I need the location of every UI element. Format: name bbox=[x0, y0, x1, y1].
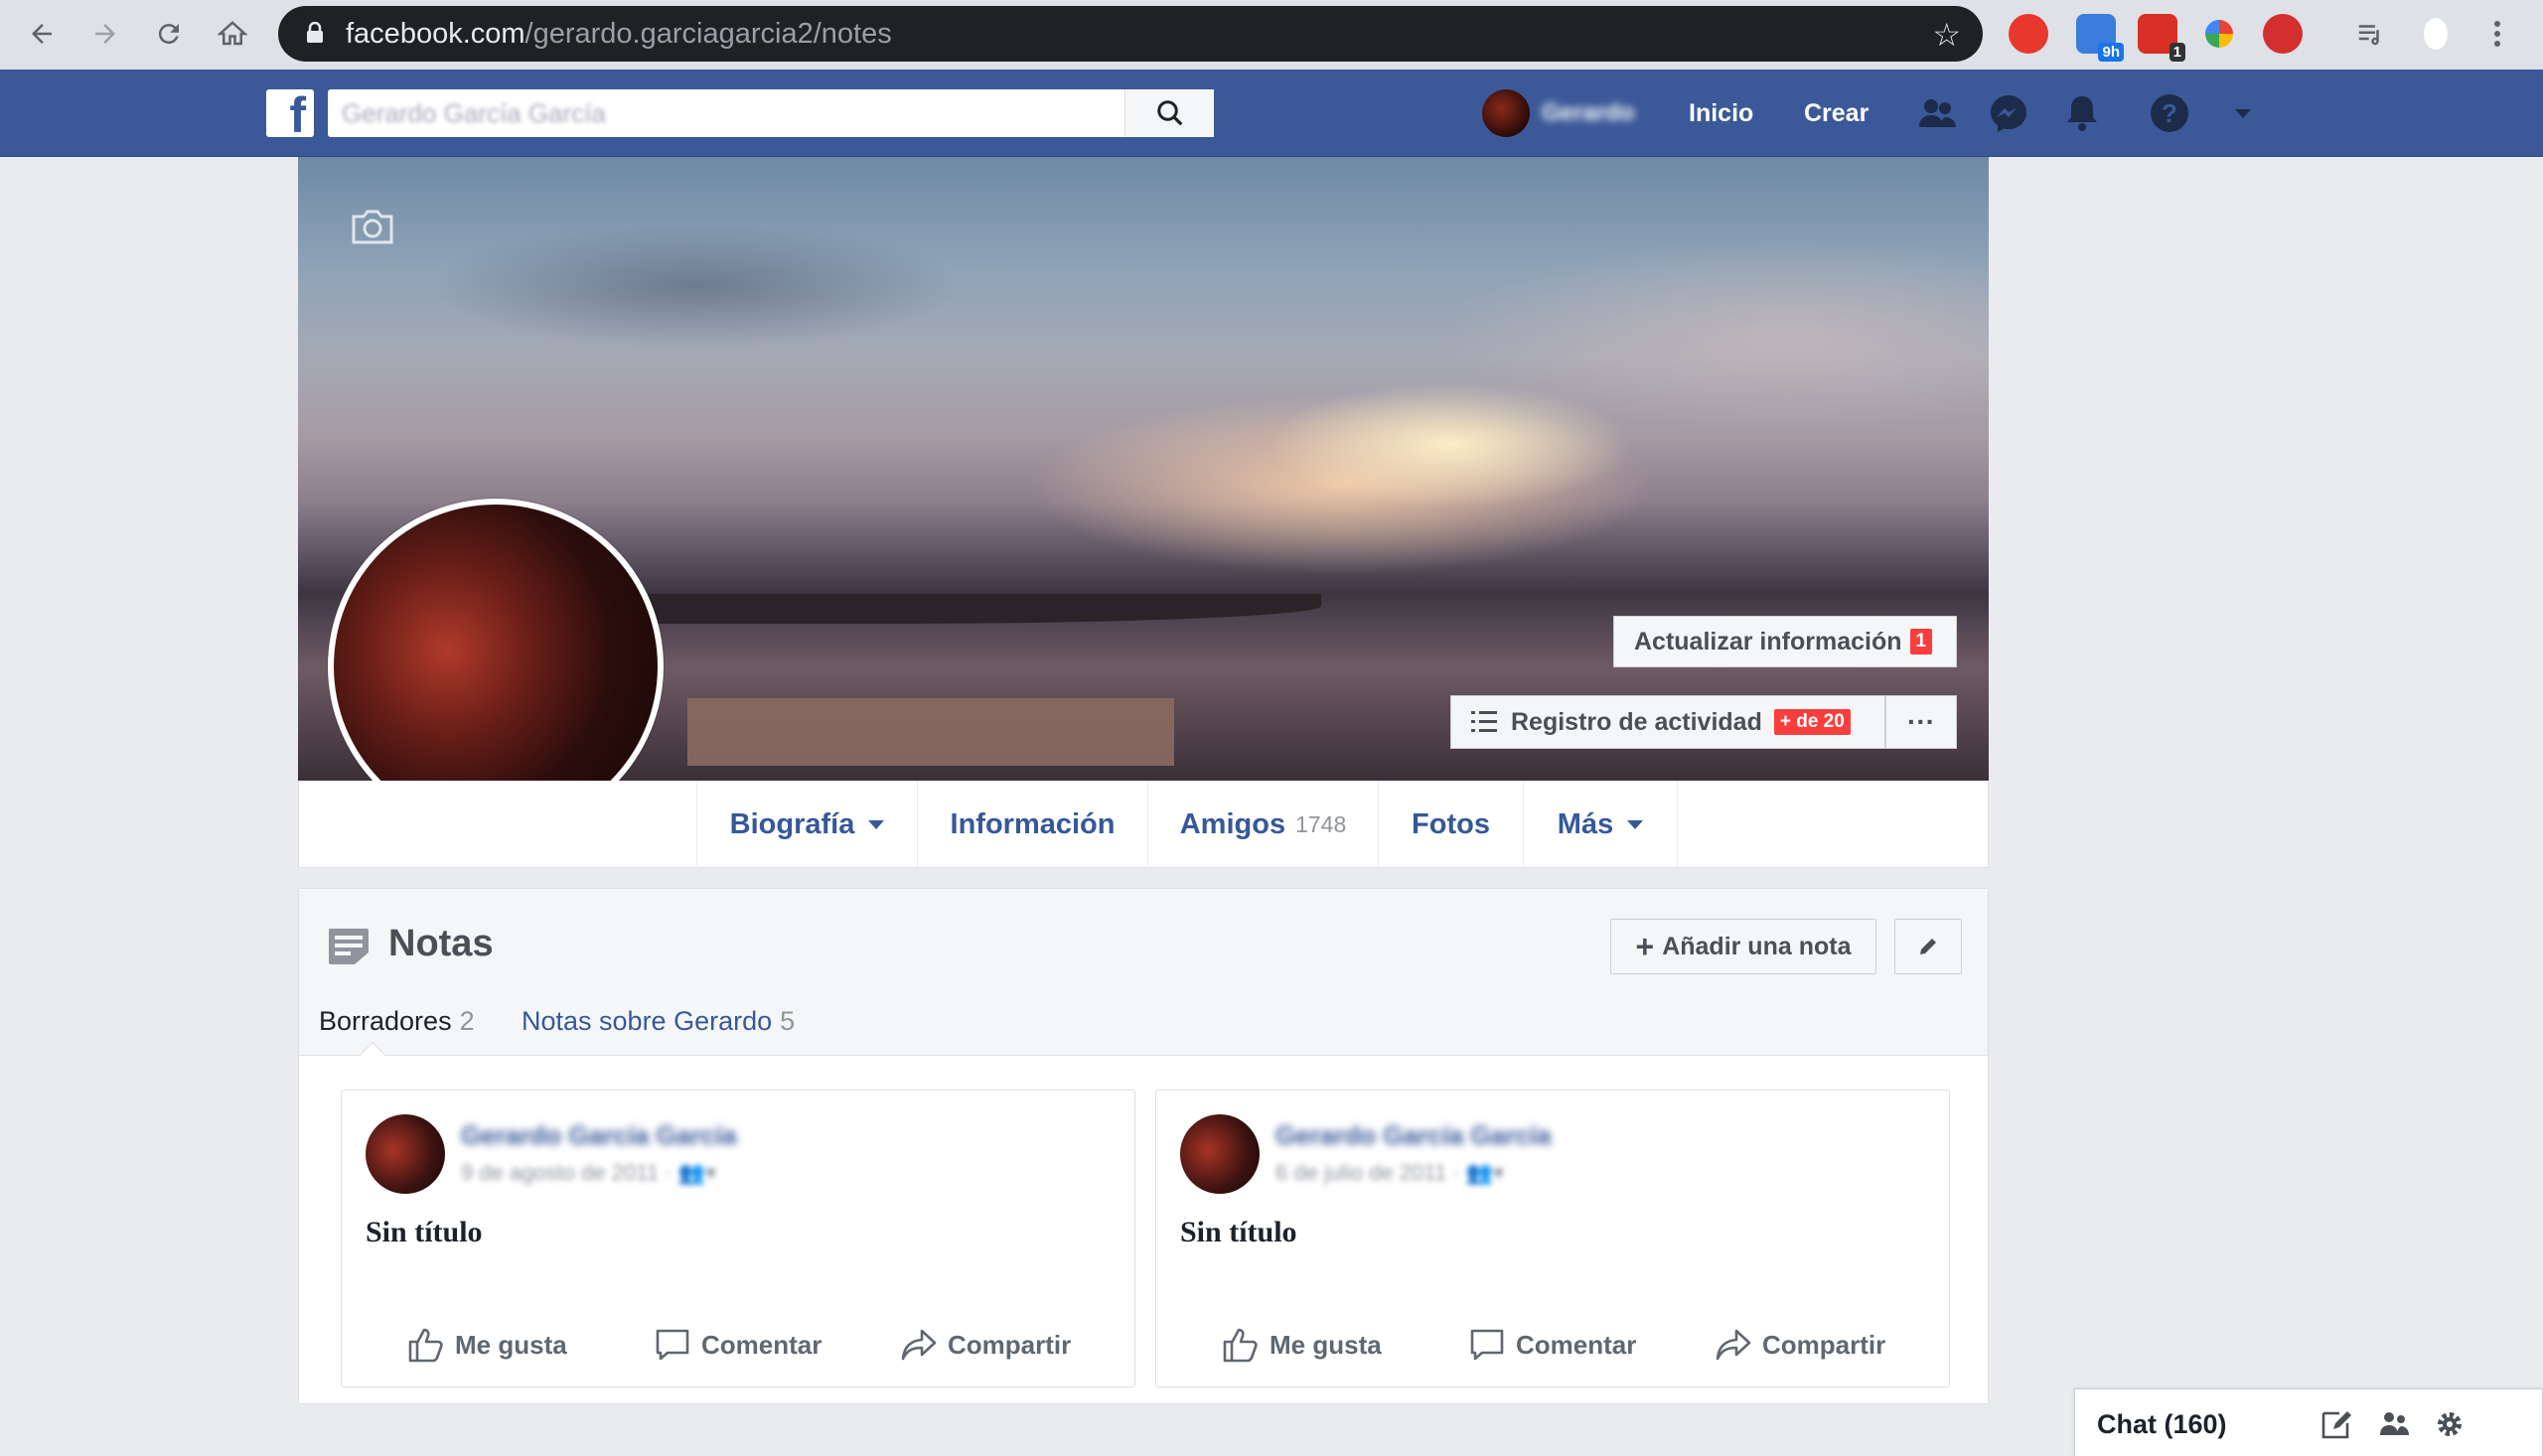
note-author[interactable]: Gerardo García García bbox=[461, 1120, 736, 1151]
tab-informacion[interactable]: Información bbox=[917, 781, 1147, 868]
plus-icon: + bbox=[1635, 928, 1655, 964]
extension-mail-icon[interactable]: 1 bbox=[2138, 14, 2185, 62]
settings-gear-icon[interactable] bbox=[2433, 1407, 2467, 1441]
note-date: 9 de agosto de 2011 · 👥▾ bbox=[461, 1160, 716, 1185]
list-icon bbox=[1471, 711, 1497, 732]
chat-label[interactable]: Chat (160) bbox=[2097, 1409, 2227, 1440]
address-bar[interactable]: facebook.com/gerardo.garciagarcia2/notes… bbox=[278, 6, 1983, 62]
more-options-button[interactable]: ··· bbox=[1885, 695, 1957, 749]
avatar bbox=[1482, 89, 1530, 137]
home-icon[interactable] bbox=[213, 14, 252, 54]
notes-icon bbox=[329, 929, 369, 964]
note-actions: Me gusta Comentar Compartir bbox=[1156, 1317, 1949, 1373]
share-button[interactable]: Compartir bbox=[1715, 1317, 1885, 1373]
pencil-icon bbox=[1920, 939, 1936, 954]
like-button[interactable]: Me gusta bbox=[407, 1317, 567, 1373]
header-profile-link[interactable]: Gerardo bbox=[1482, 89, 1634, 137]
facebook-header: f Gerardo Inicio Crear ? bbox=[0, 70, 2543, 157]
camera-icon[interactable] bbox=[350, 209, 395, 244]
note-author[interactable]: Gerardo García García bbox=[1275, 1120, 1551, 1151]
share-button[interactable]: Compartir bbox=[900, 1317, 1071, 1373]
chrome-menu-icon[interactable] bbox=[2477, 14, 2517, 54]
extension-badge: 9h bbox=[2098, 43, 2124, 62]
chat-bar[interactable]: Chat (160) bbox=[2074, 1388, 2543, 1456]
tab-amigos[interactable]: Amigos 1748 bbox=[1147, 781, 1378, 868]
thumbs-up-icon bbox=[408, 1328, 443, 1363]
avatar[interactable] bbox=[366, 1114, 445, 1194]
reload-icon[interactable] bbox=[149, 14, 189, 54]
search-button[interactable] bbox=[1124, 89, 1214, 137]
create-group-icon[interactable] bbox=[2377, 1407, 2411, 1441]
back-icon[interactable] bbox=[22, 14, 62, 54]
notes-header: Notas + Añadir una nota Borradores 2 Nota… bbox=[299, 889, 1988, 1071]
search-input[interactable] bbox=[342, 95, 1126, 131]
notes-title: Notas bbox=[388, 923, 494, 964]
friends-count: 1748 bbox=[1295, 810, 1347, 837]
bookmark-star-icon[interactable]: ☆ bbox=[1932, 16, 1961, 54]
comment-icon bbox=[656, 1329, 689, 1361]
comment-icon bbox=[1470, 1329, 1504, 1361]
update-info-badge: 1 bbox=[1909, 629, 1933, 655]
activity-log-button[interactable]: Registro de actividad + de 20 bbox=[1450, 695, 1885, 749]
profile-tabs: Biografía Información Amigos 1748 Fotos M… bbox=[298, 781, 1989, 868]
nav-create-link[interactable]: Crear bbox=[1804, 99, 1869, 128]
extension-calendar-icon[interactable]: 9h bbox=[2076, 14, 2124, 62]
note-card[interactable]: Gerardo García García 9 de agosto de 201… bbox=[341, 1090, 1135, 1387]
note-title[interactable]: Sin título bbox=[1180, 1216, 1297, 1249]
subtab-drafts[interactable]: Borradores 2 bbox=[319, 1006, 475, 1037]
extension-ev-icon[interactable] bbox=[2263, 14, 2303, 54]
thumbs-up-icon bbox=[1223, 1328, 1258, 1363]
cover-landscape bbox=[596, 594, 1321, 624]
edit-notes-button[interactable] bbox=[1894, 919, 1962, 974]
extension-stop-icon[interactable] bbox=[2009, 14, 2048, 54]
active-subtab-pointer bbox=[358, 1041, 387, 1071]
header-user-name: Gerardo bbox=[1542, 99, 1635, 126]
activity-badge: + de 20 bbox=[1773, 709, 1851, 735]
comment-button[interactable]: Comentar bbox=[654, 1317, 822, 1373]
comment-button[interactable]: Comentar bbox=[1468, 1317, 1636, 1373]
avatar[interactable] bbox=[1180, 1114, 1260, 1194]
share-icon bbox=[901, 1329, 937, 1361]
profile-name-redacted bbox=[687, 698, 1174, 766]
url-text: facebook.com/gerardo.garciagarcia2/notes bbox=[346, 18, 892, 50]
tab-fotos[interactable]: Fotos bbox=[1378, 781, 1523, 868]
tab-mas[interactable]: Más bbox=[1523, 781, 1678, 868]
tab-biografia[interactable]: Biografía bbox=[696, 781, 917, 868]
chevron-down-icon bbox=[868, 819, 885, 829]
add-note-button[interactable]: + Añadir una nota bbox=[1610, 919, 1876, 974]
extension-color-icon[interactable] bbox=[2205, 20, 2233, 48]
search-box bbox=[328, 89, 1214, 137]
friend-requests-icon[interactable] bbox=[1915, 91, 1959, 135]
notes-section: Notas + Añadir una nota Borradores 2 Nota… bbox=[298, 888, 1989, 1404]
note-title[interactable]: Sin título bbox=[366, 1216, 483, 1249]
update-info-button[interactable]: Actualizar información 1 bbox=[1613, 616, 1957, 667]
facebook-logo[interactable]: f bbox=[266, 89, 314, 137]
extension-badge: 1 bbox=[2169, 43, 2185, 62]
like-button[interactable]: Me gusta bbox=[1222, 1317, 1382, 1373]
chevron-down-icon bbox=[1627, 819, 1644, 829]
note-card[interactable]: Gerardo García García 6 de julio de 2011… bbox=[1155, 1090, 1950, 1387]
search-icon bbox=[1156, 100, 1182, 126]
nav-home-link[interactable]: Inicio bbox=[1689, 99, 1753, 128]
note-date: 6 de julio de 2011 · 👥▾ bbox=[1275, 1160, 1505, 1185]
svg-text:?: ? bbox=[2162, 98, 2177, 128]
profile-icon[interactable] bbox=[2416, 14, 2456, 54]
forward-icon[interactable] bbox=[85, 14, 125, 54]
share-icon bbox=[1716, 1329, 1751, 1361]
browser-toolbar: facebook.com/gerardo.garciagarcia2/notes… bbox=[0, 0, 2543, 70]
new-message-icon[interactable] bbox=[2319, 1407, 2353, 1441]
subtab-notes-about[interactable]: Notas sobre Gerardo 5 bbox=[522, 1006, 795, 1037]
account-menu-caret-icon[interactable] bbox=[2221, 91, 2265, 135]
lock-icon bbox=[307, 22, 323, 43]
help-icon[interactable]: ? bbox=[2148, 91, 2191, 135]
note-actions: Me gusta Comentar Compartir bbox=[342, 1317, 1134, 1373]
messenger-icon[interactable] bbox=[1987, 91, 2030, 135]
media-queue-icon[interactable] bbox=[2350, 14, 2390, 54]
notifications-bell-icon[interactable] bbox=[2060, 91, 2104, 135]
